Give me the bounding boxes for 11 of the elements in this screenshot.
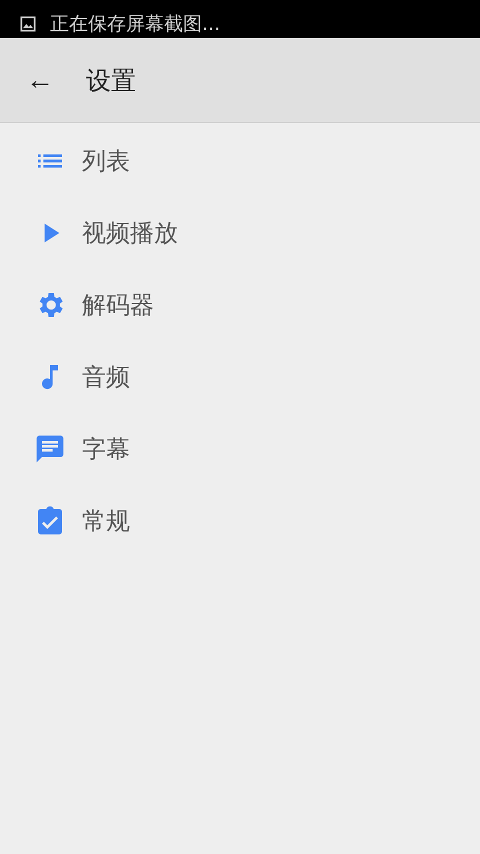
message-icon — [34, 433, 66, 465]
settings-item[interactable]: 解码器 — [0, 269, 480, 341]
page-title: 设置 — [86, 64, 136, 96]
back-button[interactable]: ← — [26, 66, 54, 94]
settings-item[interactable]: 字幕 — [0, 413, 480, 485]
settings-item[interactable]: 音频 — [0, 341, 480, 413]
image-icon — [18, 14, 38, 34]
settings-item[interactable]: 常规 — [0, 485, 480, 557]
settings-item[interactable]: 列表 — [0, 125, 480, 197]
settings-item[interactable]: 视频播放 — [0, 197, 480, 269]
notification-text: 正在保存屏幕截图... — [50, 12, 220, 36]
